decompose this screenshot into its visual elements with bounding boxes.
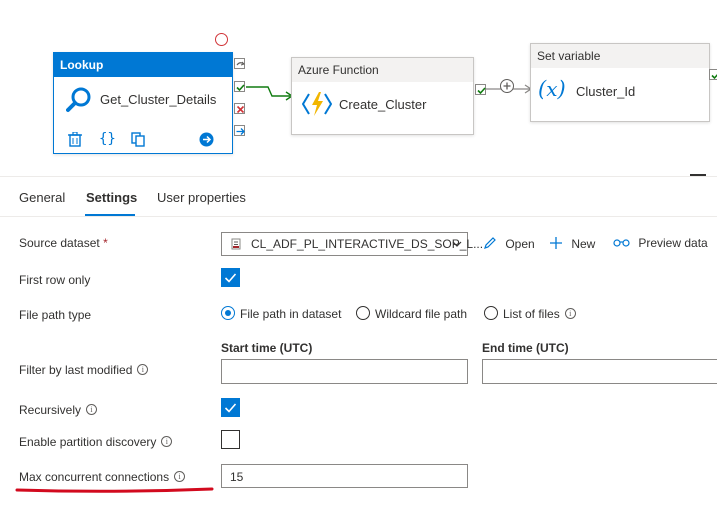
tabs-divider bbox=[0, 216, 717, 217]
lookup-activity[interactable]: Lookup Get_Cluster_Details {} bbox=[53, 52, 233, 154]
annotation-underline bbox=[15, 487, 214, 493]
filter-last-modified-label: Filter by last modified i bbox=[19, 363, 149, 377]
lookup-failure-output-icon[interactable] bbox=[234, 103, 245, 114]
first-row-only-checkbox[interactable] bbox=[221, 268, 240, 287]
azure-function-activity[interactable]: Azure Function Create_Cluster bbox=[291, 57, 474, 135]
add-activity-plus-icon[interactable] bbox=[500, 79, 514, 93]
open-dataset-button[interactable]: Open bbox=[483, 236, 535, 251]
lookup-success-output-icon[interactable] bbox=[234, 81, 245, 92]
info-icon[interactable]: i bbox=[161, 436, 173, 447]
required-marker: * bbox=[103, 236, 108, 250]
lookup-activity-name: Get_Cluster_Details bbox=[100, 92, 217, 107]
new-dataset-button[interactable]: New bbox=[549, 236, 595, 251]
preview-data-label: Preview data bbox=[638, 236, 708, 250]
arrow-right-circle-icon[interactable] bbox=[199, 132, 214, 147]
magnifier-icon bbox=[66, 87, 91, 112]
tab-settings[interactable]: Settings bbox=[86, 190, 137, 205]
panel-divider bbox=[0, 176, 717, 177]
tab-user-properties[interactable]: User properties bbox=[157, 190, 246, 205]
delete-icon[interactable] bbox=[68, 132, 82, 147]
source-dataset-label: Source dataset * bbox=[19, 236, 108, 250]
checkmark-icon bbox=[224, 273, 237, 283]
radio-file-path-in-dataset[interactable] bbox=[221, 306, 235, 320]
first-row-only-label: First row only bbox=[19, 273, 91, 287]
end-time-label: End time (UTC) bbox=[482, 341, 569, 355]
azure-function-activity-name: Create_Cluster bbox=[339, 97, 427, 112]
radio-list-of-files[interactable] bbox=[484, 306, 498, 320]
tab-general[interactable]: General bbox=[19, 190, 65, 205]
preview-data-button[interactable]: Preview data bbox=[613, 236, 708, 250]
variable-x-icon: (x) bbox=[538, 77, 566, 101]
info-icon[interactable]: i bbox=[174, 471, 186, 482]
wildcard-file-path-label: Wildcard file path bbox=[375, 307, 468, 321]
pipeline-canvas[interactable]: Lookup Get_Cluster_Details {} Azure Func… bbox=[0, 0, 717, 176]
lookup-skipped-output-icon[interactable] bbox=[234, 58, 245, 69]
partition-discovery-checkbox[interactable] bbox=[221, 430, 240, 449]
lookup-completion-output-icon[interactable] bbox=[234, 125, 245, 136]
source-dataset-value: CL_ADF_PL_INTERACTIVE_DS_SOP_L... bbox=[251, 237, 484, 251]
file-path-type-label: File path type bbox=[19, 308, 92, 322]
chevron-down-icon bbox=[452, 241, 462, 247]
set-variable-type-label: Set variable bbox=[531, 44, 709, 68]
list-of-files-label: List of files i bbox=[503, 307, 576, 321]
set-variable-activity-name: Cluster_Id bbox=[576, 84, 636, 99]
file-path-in-dataset-label: File path in dataset bbox=[240, 307, 342, 321]
copy-icon[interactable] bbox=[131, 132, 146, 147]
start-time-label: Start time (UTC) bbox=[221, 341, 313, 355]
lookup-type-label: Lookup bbox=[54, 53, 232, 77]
pencil-icon bbox=[484, 237, 496, 249]
set-variable-success-output-icon[interactable] bbox=[709, 69, 717, 80]
info-icon[interactable]: i bbox=[86, 404, 98, 415]
max-connections-value: 15 bbox=[230, 470, 244, 484]
recursively-label: Recursively i bbox=[19, 403, 98, 417]
plus-icon bbox=[550, 237, 562, 249]
azure-function-icon bbox=[302, 92, 332, 116]
info-icon[interactable]: i bbox=[137, 364, 149, 375]
code-braces-icon[interactable]: {} bbox=[99, 131, 116, 147]
glasses-icon bbox=[613, 239, 630, 247]
checkmark-icon bbox=[224, 403, 237, 413]
radio-wildcard-file-path[interactable] bbox=[356, 306, 370, 320]
azure-function-success-output-icon[interactable] bbox=[475, 84, 486, 95]
source-dataset-select[interactable]: CL_ADF_PL_INTERACTIVE_DS_SOP_L... bbox=[221, 232, 483, 256]
max-connections-input[interactable]: 15 bbox=[221, 464, 468, 488]
partition-discovery-label: Enable partition discovery i bbox=[19, 435, 173, 449]
open-label: Open bbox=[505, 237, 535, 251]
validation-circle-icon bbox=[215, 33, 228, 46]
dataset-icon bbox=[231, 238, 241, 250]
start-time-input[interactable] bbox=[221, 359, 468, 384]
azure-function-type-label: Azure Function bbox=[292, 58, 473, 82]
set-variable-activity[interactable]: Set variable (x) Cluster_Id bbox=[530, 43, 710, 122]
recursively-checkbox[interactable] bbox=[221, 398, 240, 417]
end-time-input[interactable] bbox=[482, 359, 717, 384]
max-connections-label: Max concurrent connections i bbox=[19, 470, 186, 484]
info-icon[interactable]: i bbox=[564, 308, 576, 319]
new-label: New bbox=[571, 237, 596, 251]
